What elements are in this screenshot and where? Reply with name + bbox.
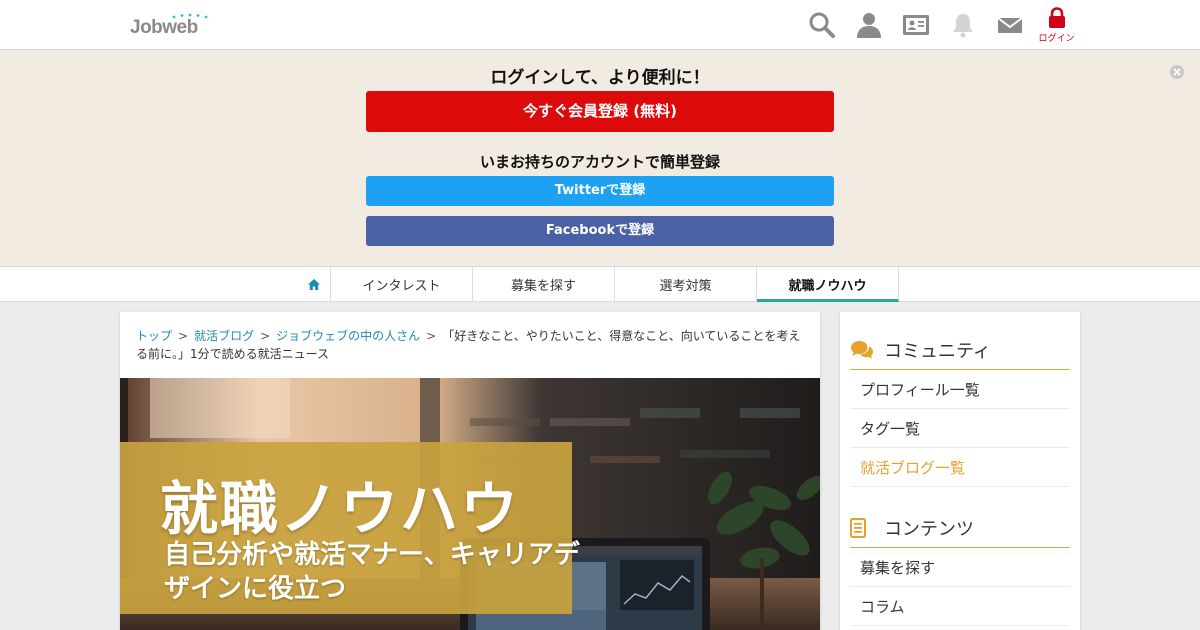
sidebar-item-blogs[interactable]: 就活ブログ一覧 xyxy=(850,448,1070,487)
breadcrumb-link-author[interactable]: ジョブウェブの中の人さん xyxy=(276,329,420,343)
sidebar-item-column[interactable]: コラム xyxy=(850,587,1070,626)
chat-bubbles-icon xyxy=(850,340,884,360)
lock-icon xyxy=(1048,7,1065,28)
mail-button[interactable] xyxy=(986,0,1033,50)
banner-close-button[interactable] xyxy=(1170,65,1184,79)
hero-title: 就職ノウハウ xyxy=(160,475,521,543)
tab-search-jobs[interactable]: 募集を探す xyxy=(473,267,615,302)
sidebar: コミュニティ プロフィール一覧 タグ一覧 就活ブログ一覧 コンテンツ 募集を探す… xyxy=(840,312,1080,630)
site-header: Jobweb ログイン xyxy=(0,0,1200,50)
document-icon xyxy=(850,517,884,538)
profile-card-icon xyxy=(902,15,929,35)
jobweb-logo[interactable]: Jobweb xyxy=(130,13,212,39)
sidebar-contents: コンテンツ 募集を探す コラム xyxy=(850,508,1070,626)
home-icon xyxy=(308,279,320,290)
main-nav: インタレスト 募集を探す 選考対策 就職ノウハウ xyxy=(0,267,1200,302)
facebook-register-button[interactable]: Facebookで登録 xyxy=(366,216,834,246)
sidebar-item-profiles[interactable]: プロフィール一覧 xyxy=(850,370,1070,409)
banner-title: ログインして、より便利に！ xyxy=(490,68,710,88)
tab-interest[interactable]: インタレスト xyxy=(331,267,473,302)
sidebar-heading-community: コミュニティ xyxy=(850,330,1070,370)
search-button[interactable] xyxy=(798,0,845,50)
breadcrumb: トップ > 就活ブログ > ジョブウェブの中の人さん > 「好きなこと、やりたいこと、得意な… xyxy=(136,327,806,363)
twitter-register-button[interactable]: Twitterで登録 xyxy=(366,176,834,206)
sidebar-heading-contents-label: コンテンツ xyxy=(884,518,974,540)
sidebar-item-search-jobs[interactable]: 募集を探す xyxy=(850,548,1070,587)
logo-text: Jobweb xyxy=(130,17,198,38)
tab-home[interactable] xyxy=(298,267,331,302)
header-icon-bar: ログイン xyxy=(798,0,1080,50)
hero-subtitle: 自己分析や就活マナー、キャリアデザインに役立つ xyxy=(164,540,580,604)
nav-tabs: インタレスト 募集を探す 選考対策 就職ノウハウ xyxy=(298,267,899,302)
login-label: ログイン xyxy=(1038,34,1075,44)
breadcrumb-separator: > xyxy=(426,329,437,343)
breadcrumb-separator: > xyxy=(178,329,189,343)
register-button[interactable]: 今すぐ会員登録 (無料) xyxy=(366,91,834,132)
close-icon xyxy=(1173,68,1181,76)
breadcrumb-link-blog[interactable]: 就活ブログ xyxy=(194,329,254,343)
banner-subtitle: いまお持ちのアカウントで簡単登録 xyxy=(479,153,720,171)
sidebar-community: コミュニティ プロフィール一覧 タグ一覧 就活ブログ一覧 xyxy=(850,330,1070,487)
sidebar-item-tags[interactable]: タグ一覧 xyxy=(850,409,1070,448)
sidebar-heading-community-label: コミュニティ xyxy=(884,340,991,362)
registration-banner: ログインして、より便利に！ 今すぐ会員登録 (無料) いまお持ちのアカウントで簡… xyxy=(0,50,1200,267)
notification-bell-icon xyxy=(952,14,973,38)
notification-button[interactable] xyxy=(939,0,986,50)
breadcrumb-link-top[interactable]: トップ xyxy=(136,329,172,343)
tab-selection-prep[interactable]: 選考対策 xyxy=(615,267,757,302)
breadcrumb-separator: > xyxy=(260,329,271,343)
search-icon xyxy=(809,12,835,38)
hero-image: 就職ノウハウ 自己分析や就活マナー、キャリアデザインに役立つ xyxy=(120,378,820,630)
sidebar-heading-contents: コンテンツ xyxy=(850,508,1070,548)
article-card: トップ > 就活ブログ > ジョブウェブの中の人さん > 「好きなこと、やりたいこと、得意な… xyxy=(120,312,820,630)
user-button[interactable] xyxy=(845,0,892,50)
login-button[interactable]: ログイン xyxy=(1033,0,1080,50)
mail-icon xyxy=(996,17,1023,33)
profile-card-button[interactable] xyxy=(892,0,939,50)
hero-overlay: 就職ノウハウ 自己分析や就活マナー、キャリアデザインに役立つ xyxy=(120,442,580,614)
tab-job-knowhow[interactable]: 就職ノウハウ xyxy=(757,267,899,302)
user-icon xyxy=(856,13,881,38)
